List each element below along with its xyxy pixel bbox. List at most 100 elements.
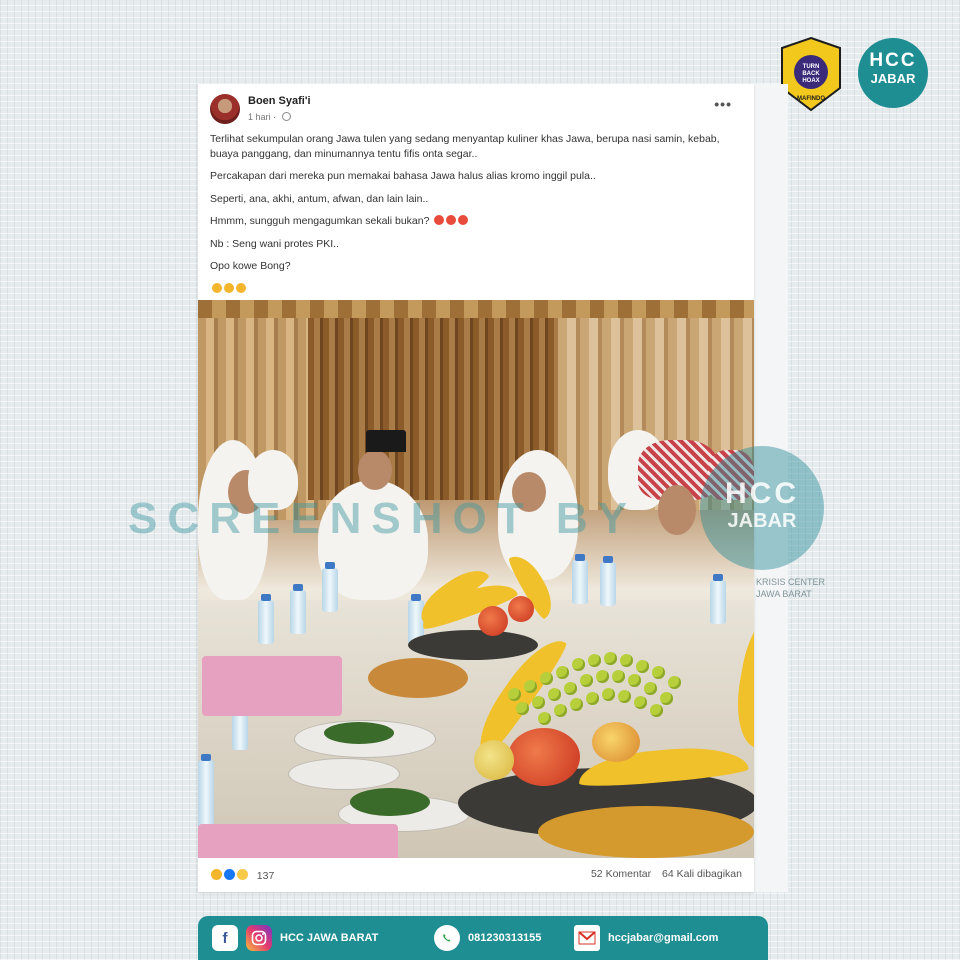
apple	[478, 606, 508, 636]
grape	[564, 682, 577, 695]
heart-eyes-emoji-icon	[458, 215, 469, 225]
contact-bar: f HCC JAWA BARAT 081230313155 hccjabar@g…	[198, 916, 768, 960]
apple	[508, 596, 534, 622]
svg-text:HOAX: HOAX	[802, 78, 819, 84]
grape	[620, 654, 633, 667]
shares-count[interactable]: 64 Kali dibagikan	[662, 868, 742, 880]
grape	[554, 704, 567, 717]
water-bottle	[322, 562, 338, 612]
water-bottle	[290, 584, 306, 634]
screenshot-watermark: SCREENSHOT BY	[128, 494, 637, 543]
tissue-box	[198, 824, 398, 858]
author-name[interactable]: Boen Syafi'i	[248, 95, 311, 107]
grape	[556, 666, 569, 679]
grape	[570, 698, 583, 711]
grape	[572, 658, 585, 671]
watermark-subtitle: KRISIS CENTER JAWA BARAT	[756, 576, 825, 600]
grape	[660, 692, 673, 705]
gmail-icon	[574, 925, 600, 951]
post-text: Terlihat sekumpulan orang Jawa tulen yan…	[210, 132, 730, 304]
hcc-logo-top: HCC	[869, 50, 917, 71]
whatsapp-item[interactable]: 081230313155	[434, 925, 541, 951]
grape	[596, 670, 609, 683]
laughing-emoji-row	[210, 282, 730, 297]
social-account-name: HCC JAWA BARAT	[280, 932, 379, 944]
post-paragraph: Seperti, ana, akhi, antum, afwan, dan la…	[210, 192, 429, 205]
reaction-summary[interactable]: 137	[210, 868, 274, 882]
water-bottle	[710, 574, 726, 624]
grape	[602, 688, 615, 701]
peci-hat	[366, 430, 406, 452]
facebook-post-card: Boen Syafi'i 1 hari · ••• Terlihat sekum…	[198, 84, 754, 892]
grape	[650, 704, 663, 717]
whatsapp-icon	[434, 925, 460, 951]
comments-count[interactable]: 52 Komentar	[591, 868, 651, 880]
grape	[532, 696, 545, 709]
social-name-item[interactable]: f HCC JAWA BARAT	[212, 925, 378, 951]
svg-text:TURN: TURN	[803, 64, 820, 70]
water-bottle	[258, 594, 274, 644]
email-item[interactable]: hccjabar@gmail.com	[574, 925, 718, 951]
grape	[516, 702, 529, 715]
tissue-box	[202, 656, 342, 716]
haha-reaction-icon	[210, 868, 223, 881]
post-paragraph: Hmmm, sungguh mengagumkan sekali bukan?	[210, 215, 430, 227]
roasted-dish	[538, 806, 754, 858]
grape	[540, 672, 553, 685]
like-reaction-icon	[222, 868, 236, 881]
grape	[524, 680, 537, 693]
water-bottle	[600, 556, 616, 606]
more-options-icon[interactable]: •••	[714, 96, 732, 112]
curtain-valance	[198, 300, 754, 318]
watermark-logo-bottom: JABAR	[727, 510, 797, 532]
hcc-jabar-logo: HCC JABAR	[858, 38, 928, 108]
watermark-sub-line1: KRISIS CENTER	[756, 577, 826, 587]
vegetable-dish	[350, 788, 430, 816]
apple	[508, 728, 580, 786]
grape	[588, 654, 601, 667]
author-avatar[interactable]	[210, 94, 240, 124]
post-meta: 1 hari ·	[248, 112, 291, 122]
post-paragraph: Terlihat sekumpulan orang Jawa tulen yan…	[210, 133, 720, 160]
post-paragraph: Percakapan dari mereka pun memakai bahas…	[210, 170, 596, 182]
heart-eyes-emoji-icon	[446, 215, 457, 225]
apple	[474, 740, 514, 780]
globe-icon	[281, 112, 291, 121]
laughing-emoji-icon	[224, 282, 234, 293]
reaction-count: 137	[256, 870, 275, 882]
guest-face	[658, 485, 696, 535]
grape	[618, 690, 631, 703]
grape	[644, 682, 657, 695]
grape	[652, 666, 665, 679]
watermark-logo-top: HCC	[725, 477, 799, 510]
grape	[580, 674, 593, 687]
post-paragraph: Opo kowe Bong?	[210, 260, 291, 272]
wow-reaction-icon	[235, 868, 249, 881]
post-paragraph: Nb : Seng wani protes PKI..	[210, 237, 339, 250]
grape	[548, 688, 561, 701]
plate	[288, 758, 400, 790]
water-bottle	[572, 554, 588, 604]
grape	[586, 692, 599, 705]
grape	[668, 676, 681, 689]
laughing-emoji-icon	[212, 282, 222, 293]
email-address: hccjabar@gmail.com	[608, 932, 719, 944]
svg-text:MAFINDO: MAFINDO	[797, 96, 825, 102]
vegetable-dish	[324, 722, 394, 744]
fruit-bowl	[408, 630, 538, 660]
grape	[604, 652, 617, 665]
watermark-hcc-logo: HCC JABAR	[700, 446, 824, 570]
meat-dish	[368, 658, 468, 698]
apple	[592, 722, 640, 762]
post-time[interactable]: 1 hari	[248, 112, 271, 122]
instagram-icon	[246, 925, 272, 951]
grape	[508, 688, 521, 701]
grape	[636, 660, 649, 673]
svg-text:BACK: BACK	[802, 71, 820, 77]
watermark-sub-line2: JAWA BARAT	[756, 589, 812, 599]
engagement-counts: 52 Komentar 64 Kali dibagikan	[583, 868, 742, 880]
guest-face	[358, 450, 392, 490]
facebook-icon: f	[212, 925, 238, 951]
heart-eyes-emoji-icon	[434, 215, 445, 225]
post-photo[interactable]	[198, 300, 754, 858]
